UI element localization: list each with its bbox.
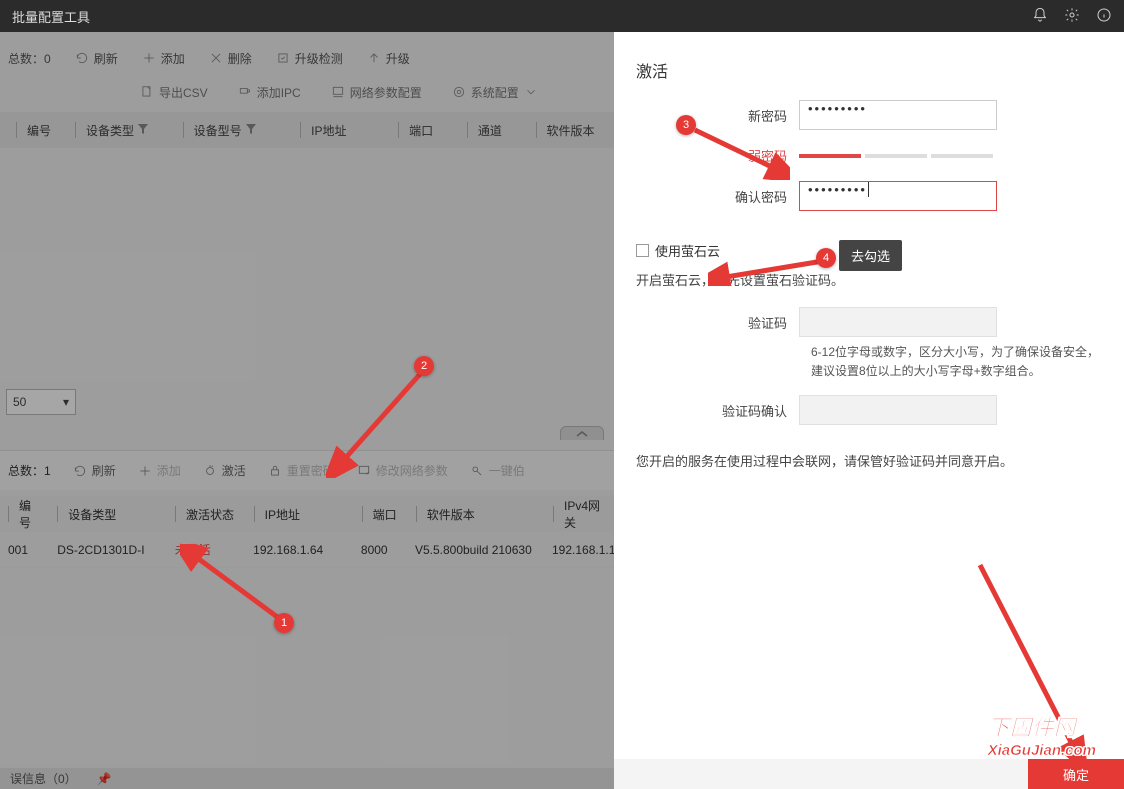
col-ip: IP地址 bbox=[311, 122, 346, 139]
titlebar: 批量配置工具 bbox=[0, 0, 1124, 32]
filter-icon[interactable] bbox=[138, 123, 148, 137]
add-button[interactable]: 添加 bbox=[142, 50, 185, 67]
refresh-button[interactable]: 刷新 bbox=[75, 50, 118, 67]
activate-button[interactable]: 激活 bbox=[203, 462, 246, 479]
annotation-arrow-2 bbox=[326, 368, 436, 478]
lcol-port: 端口 bbox=[373, 506, 397, 523]
error-bar[interactable]: 误信息（0） 📌 bbox=[0, 768, 614, 789]
lower-add-button: 添加 bbox=[138, 462, 181, 479]
vcode-confirm-label: 验证码确认 bbox=[614, 401, 799, 420]
bell-icon[interactable] bbox=[1032, 7, 1048, 26]
annotation-badge-2: 2 bbox=[414, 356, 434, 376]
col-channel: 通道 bbox=[478, 122, 502, 139]
col-model: 设备型号 bbox=[194, 122, 242, 139]
col-swver: 软件版本 bbox=[547, 122, 595, 139]
upper-toolbar-2: 导出CSV 添加IPC 网络参数配置 系统配置 bbox=[0, 76, 614, 108]
lcol-swver: 软件版本 bbox=[427, 506, 475, 523]
upgrade-check-button[interactable]: 升级检测 bbox=[276, 50, 343, 67]
col-devtype: 设备类型 bbox=[86, 122, 134, 139]
confirm-button[interactable]: 确定 bbox=[1028, 759, 1124, 789]
app-title: 批量配置工具 bbox=[12, 7, 90, 26]
lower-table-head: 编号 设备类型 激活状态 IP地址 端口 软件版本 IPv4网关 bbox=[0, 496, 614, 532]
upper-toolbar: 总数：0 刷新 添加 删除 升级检测 升级 bbox=[0, 40, 614, 76]
export-csv-button[interactable]: 导出CSV bbox=[140, 84, 208, 101]
vcode-input bbox=[799, 307, 997, 337]
sys-config-button[interactable]: 系统配置 bbox=[452, 84, 538, 101]
add-ipc-button[interactable]: 添加IPC bbox=[238, 84, 301, 101]
new-password-input[interactable]: ••••••••• bbox=[799, 100, 997, 130]
annotation-badge-3: 3 bbox=[676, 115, 696, 135]
annotation-arrow-4 bbox=[708, 256, 828, 286]
page-size-select[interactable]: 50 ▾ bbox=[6, 389, 76, 415]
annotation-arrow-1 bbox=[180, 544, 290, 624]
confirm-password-input[interactable]: ••••••••• bbox=[799, 181, 997, 211]
onekey-button: 一键伯 bbox=[470, 462, 525, 479]
confirm-password-label: 确认密码 bbox=[614, 187, 799, 206]
net-param-button[interactable]: 网络参数配置 bbox=[331, 84, 422, 101]
table-row[interactable]: 001 DS-2CD1301D-I 未激活 192.168.1.64 8000 … bbox=[0, 532, 614, 568]
lower-toolbar: 总数：1 刷新 添加 激活 重置密码 修改网络参数 一键伯 bbox=[0, 450, 614, 490]
lcol-status: 激活状态 bbox=[186, 506, 234, 523]
vcode-label: 验证码 bbox=[614, 313, 799, 332]
upper-count: 总数：0 bbox=[8, 50, 51, 67]
annotation-badge-1: 1 bbox=[274, 613, 294, 633]
annotation-arrow-3 bbox=[690, 125, 790, 180]
notice-text: 您开启的服务在使用过程中会联网，请保管好验证码并同意开启。 bbox=[614, 441, 1124, 480]
col-id: 编号 bbox=[27, 122, 51, 139]
page-row: 50 ▾ bbox=[0, 386, 614, 418]
strength-meter bbox=[799, 154, 993, 158]
vcode-hint: 6-12位字母或数字，区分大小写，为了确保设备安全，建议设置8位以上的大小写字母… bbox=[614, 343, 1124, 381]
lcol-id: 编号 bbox=[19, 497, 41, 531]
expand-handle[interactable] bbox=[560, 426, 604, 440]
gear-icon[interactable] bbox=[1064, 7, 1080, 26]
error-label: 误信息（0） bbox=[10, 770, 77, 787]
upgrade-button[interactable]: 升级 bbox=[367, 50, 410, 67]
lcol-ip: IP地址 bbox=[265, 506, 300, 523]
annotation-badge-4: 4 bbox=[816, 248, 836, 268]
pin-icon[interactable]: 📌 bbox=[97, 772, 112, 786]
lcol-gw: IPv4网关 bbox=[564, 497, 606, 531]
panel-title: 激活 bbox=[614, 32, 1124, 100]
ezviz-checkbox[interactable] bbox=[636, 244, 649, 257]
vcode-confirm-input bbox=[799, 395, 997, 425]
chevron-down-icon: ▾ bbox=[63, 395, 69, 409]
info-icon[interactable] bbox=[1096, 7, 1112, 26]
new-password-label: 新密码 bbox=[614, 106, 799, 125]
reset-pwd-button: 重置密码 bbox=[268, 462, 335, 479]
lower-count: 总数：1 bbox=[8, 462, 51, 479]
col-port: 端口 bbox=[409, 122, 433, 139]
filter-icon[interactable] bbox=[246, 123, 256, 137]
ezviz-hint: 开启萤石云，请先设置萤石验证码。 bbox=[614, 270, 1124, 289]
delete-button[interactable]: 删除 bbox=[209, 50, 252, 67]
lcol-devtype: 设备类型 bbox=[68, 506, 116, 523]
lower-refresh-button[interactable]: 刷新 bbox=[73, 462, 116, 479]
annotation-uncheck: 去勾选 bbox=[839, 240, 902, 271]
watermark: 下固件网 XiaGuJian.com bbox=[988, 710, 1096, 759]
upper-table-head: 编号 设备类型 设备型号 IP地址 端口 通道 软件版本 bbox=[0, 112, 614, 148]
